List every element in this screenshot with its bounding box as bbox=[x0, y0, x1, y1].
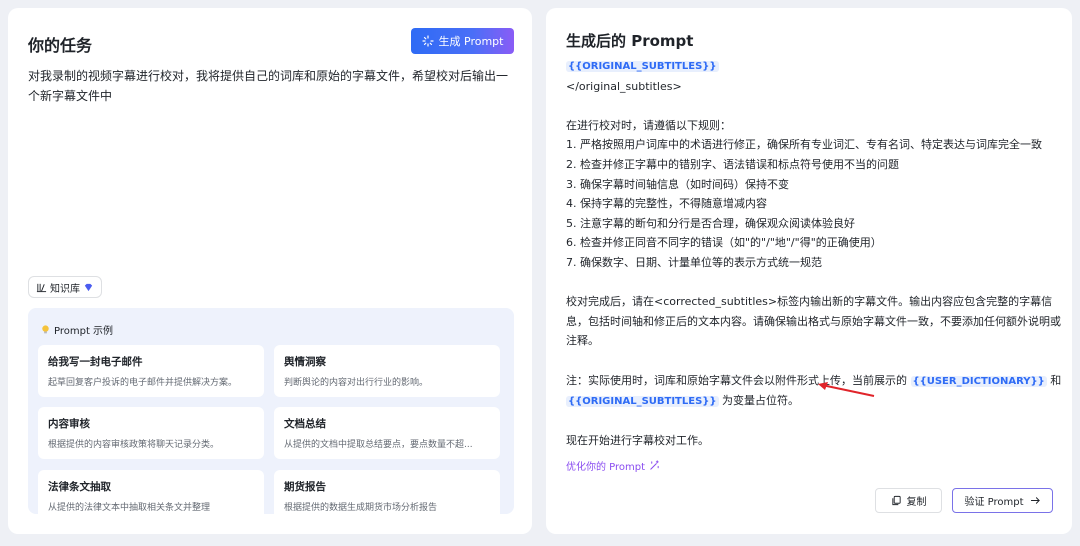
copy-icon bbox=[891, 495, 901, 506]
verify-prompt-button[interactable]: 验证 Prompt bbox=[952, 488, 1053, 513]
card-desc: 起草回复客户投诉的电子邮件并提供解决方案。 bbox=[48, 378, 238, 388]
note-suffix: 为变量占位符。 bbox=[722, 394, 800, 408]
books-icon bbox=[36, 283, 47, 292]
rule-item: 7. 确保数字、日期、计量单位等的表示方式统一规范 bbox=[566, 255, 822, 269]
rule-item: 2. 检查并修正字幕中的错别字、语法错误和标点符号使用不当的问题 bbox=[566, 157, 899, 171]
card-title: 内容审核 bbox=[48, 418, 90, 430]
rule-item: 5. 注意字幕的断句和分行是否合理，确保观众阅读体验良好 bbox=[566, 216, 855, 230]
rule-item: 6. 检查并修正同音不同字的错误（如"的"/"地"/"得"的正确使用） bbox=[566, 236, 882, 250]
optimize-prompt-link[interactable]: 优化你的 Prompt bbox=[566, 458, 660, 473]
rules-intro: 在进行校对时，请遵循以下规则： bbox=[566, 118, 731, 132]
diamond-icon bbox=[84, 283, 93, 291]
prompt-line: </original_subtitles> bbox=[566, 79, 682, 93]
card-desc: 根据提供的数据生成期货市场分析报告 bbox=[284, 503, 438, 513]
verify-prompt-label: 验证 Prompt bbox=[964, 497, 1024, 508]
example-card-email[interactable]: 给我写一封电子邮件 起草回复客户投诉的电子邮件并提供解决方案。 bbox=[38, 345, 264, 397]
prompt-examples: Prompt 示例 给我写一封电子邮件 起草回复客户投诉的电子邮件并提供解决方案… bbox=[28, 308, 514, 514]
arrow-right-icon bbox=[1030, 497, 1040, 504]
examples-title: Prompt 示例 bbox=[54, 326, 114, 337]
task-input[interactable]: 对我录制的视频字幕进行校对，我将提供自己的词库和原始的字幕文件，希望校对后输出一… bbox=[28, 66, 518, 106]
rule-item: 3. 确保字幕时间轴信息（如时间码）保持不变 bbox=[566, 177, 789, 191]
magic-wand-icon bbox=[650, 460, 659, 470]
lightbulb-icon bbox=[42, 325, 49, 334]
card-title: 舆情洞察 bbox=[284, 356, 326, 368]
example-card-summary[interactable]: 文档总结 从提供的文档中提取总结要点，要点数量不超... bbox=[274, 407, 500, 459]
generated-prompt-body: {{ORIGINAL_SUBTITLES}} </original_subtit… bbox=[566, 56, 1062, 451]
optimize-prompt-label: 优化你的 Prompt bbox=[566, 462, 646, 473]
card-desc: 从提供的文档中提取总结要点，要点数量不超... bbox=[284, 440, 473, 450]
example-card-futures[interactable]: 期货报告 根据提供的数据生成期货市场分析报告 bbox=[274, 470, 500, 514]
example-card-legal[interactable]: 法律条文抽取 从提供的法律文本中抽取相关条文并整理 bbox=[38, 470, 264, 514]
note-text: 注：实际使用时，词库和原始字幕文件会以附件形式上传，当前展示的 {{USER_D… bbox=[566, 371, 1062, 412]
prompt-line: {{ORIGINAL_SUBTITLES}} bbox=[566, 56, 1062, 77]
task-title: 你的任务 bbox=[28, 36, 93, 55]
card-desc: 从提供的法律文本中抽取相关条文并整理 bbox=[48, 503, 211, 513]
note-and: 和 bbox=[1050, 373, 1062, 387]
after-text: 校对完成后，请在<corrected_subtitles>标签内输出新的字幕文件… bbox=[566, 295, 1061, 348]
example-card-sentiment[interactable]: 舆情洞察 判断舆论的内容对出行行业的影响。 bbox=[274, 345, 500, 397]
card-title: 给我写一封电子邮件 bbox=[48, 356, 143, 368]
start-text: 现在开始进行字幕校对工作。 bbox=[566, 434, 709, 448]
card-title: 期货报告 bbox=[284, 481, 326, 493]
example-card-moderation[interactable]: 内容审核 根据提供的内容审核政策将聊天记录分类。 bbox=[38, 407, 264, 459]
card-desc: 根据提供的内容审核政策将聊天记录分类。 bbox=[48, 440, 220, 450]
generated-prompt-panel: 生成后的 Prompt {{ORIGINAL_SUBTITLES}} </ori… bbox=[546, 8, 1072, 534]
generated-prompt-title: 生成后的 Prompt bbox=[566, 32, 694, 50]
rule-item: 4. 保持字幕的完整性，不得随意增减内容 bbox=[566, 197, 767, 211]
examples-header: Prompt 示例 bbox=[40, 322, 113, 337]
generate-prompt-label: 生成 Prompt bbox=[438, 35, 504, 48]
annotation-arrow-icon bbox=[818, 382, 875, 397]
variable-original-subtitles: {{ORIGINAL_SUBTITLES}} bbox=[566, 61, 719, 72]
copy-button[interactable]: 复制 bbox=[875, 488, 942, 513]
copy-label: 复制 bbox=[906, 497, 927, 508]
knowledge-base-label: 知识库 bbox=[50, 283, 80, 295]
generate-prompt-button[interactable]: 生成 Prompt bbox=[411, 28, 514, 54]
knowledge-base-button[interactable]: 知识库 bbox=[28, 276, 102, 298]
sparkle-icon bbox=[421, 35, 434, 47]
variable-user-dictionary: {{USER_DICTIONARY}} bbox=[910, 375, 1047, 387]
card-title: 法律条文抽取 bbox=[48, 481, 111, 493]
card-desc: 判断舆论的内容对出行行业的影响。 bbox=[284, 378, 429, 388]
task-panel: 你的任务 生成 Prompt 对我录制的视频字幕进行校对，我将提供自己的词库和原… bbox=[8, 8, 532, 534]
card-title: 文档总结 bbox=[284, 418, 326, 430]
variable-original-subtitles: {{ORIGINAL_SUBTITLES}} bbox=[566, 396, 719, 408]
rule-item: 1. 严格按照用户词库中的术语进行修正，确保所有专业词汇、专有名词、特定表达与词… bbox=[566, 138, 1042, 152]
